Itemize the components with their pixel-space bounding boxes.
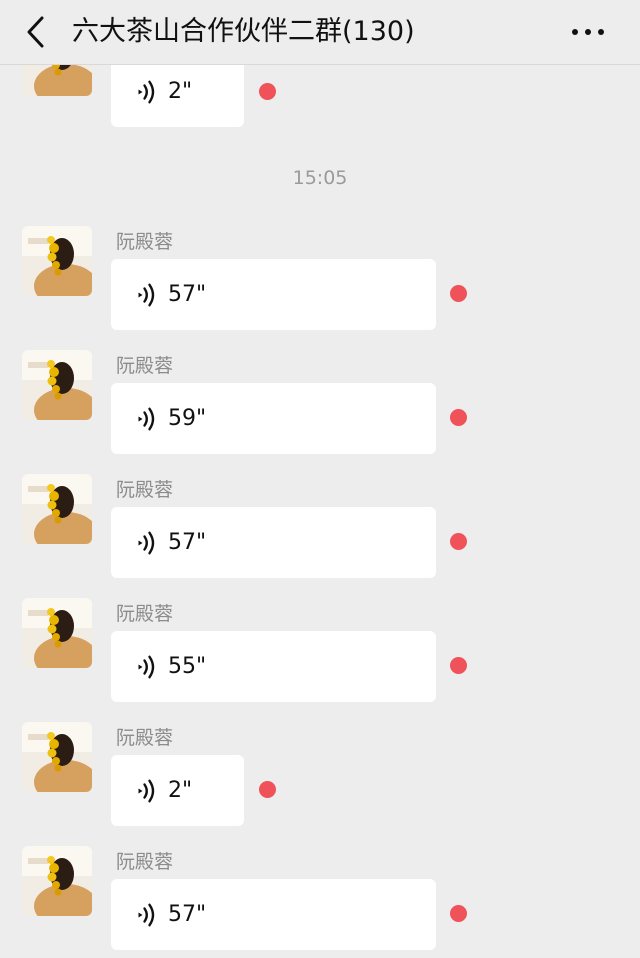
avatar[interactable] <box>22 598 92 668</box>
avatar[interactable] <box>22 350 92 420</box>
chat-message: 阮殿蓉 57" <box>0 846 640 956</box>
voice-bubble[interactable]: 55" <box>111 631 436 702</box>
avatar[interactable] <box>22 722 92 792</box>
voice-duration: 57" <box>168 530 207 555</box>
voice-wave-icon <box>136 655 158 679</box>
unread-dot <box>450 657 467 674</box>
voice-wave-icon <box>136 531 158 555</box>
unread-dot <box>450 533 467 550</box>
voice-bubble[interactable]: 59" <box>111 383 436 454</box>
avatar[interactable] <box>22 846 92 916</box>
avatar[interactable] <box>22 474 92 544</box>
voice-bubble[interactable]: 2" <box>111 56 244 127</box>
unread-dot <box>450 285 467 302</box>
unread-dot <box>259 83 276 100</box>
chevron-left-icon <box>27 16 44 48</box>
sender-name: 阮殿蓉 <box>116 851 174 873</box>
chat-message: 阮殿蓉 59" <box>0 350 640 460</box>
voice-bubble[interactable]: 57" <box>111 507 436 578</box>
more-dots-icon <box>572 29 604 35</box>
chat-message: 阮殿蓉 57" <box>0 474 640 584</box>
chat-timestamp: 15:05 <box>292 167 348 189</box>
chat-header: 六大茶山合作伙伴二群(130) <box>0 0 640 65</box>
sender-name: 阮殿蓉 <box>116 355 174 377</box>
voice-wave-icon <box>136 407 158 431</box>
voice-duration: 57" <box>168 282 207 307</box>
voice-bubble[interactable]: 57" <box>111 259 436 330</box>
unread-dot <box>450 905 467 922</box>
sender-name: 阮殿蓉 <box>116 727 174 749</box>
voice-wave-icon <box>136 283 158 307</box>
voice-wave-icon <box>136 903 158 927</box>
voice-duration: 2" <box>168 79 193 104</box>
chat-message: 阮殿蓉 2" <box>0 722 640 832</box>
voice-wave-icon <box>136 80 158 104</box>
voice-bubble[interactable]: 2" <box>111 755 244 826</box>
voice-duration: 55" <box>168 654 207 679</box>
more-button[interactable] <box>570 20 606 44</box>
sender-name: 阮殿蓉 <box>116 231 174 253</box>
sender-name: 阮殿蓉 <box>116 603 174 625</box>
chat-title: 六大茶山合作伙伴二群(130) <box>72 16 415 47</box>
avatar[interactable] <box>22 226 92 296</box>
back-button[interactable] <box>22 14 50 50</box>
voice-bubble[interactable]: 57" <box>111 879 436 950</box>
voice-duration: 59" <box>168 406 207 431</box>
chat-area[interactable]: 2" 15:05 阮殿蓉 57" 阮殿蓉 59" 阮殿蓉 57" 阮殿蓉 55"… <box>0 0 640 958</box>
chat-message: 阮殿蓉 57" <box>0 226 640 336</box>
sender-name: 阮殿蓉 <box>116 479 174 501</box>
voice-wave-icon <box>136 779 158 803</box>
chat-message: 阮殿蓉 55" <box>0 598 640 708</box>
unread-dot <box>450 409 467 426</box>
voice-duration: 57" <box>168 902 207 927</box>
voice-duration: 2" <box>168 778 193 803</box>
unread-dot <box>259 781 276 798</box>
